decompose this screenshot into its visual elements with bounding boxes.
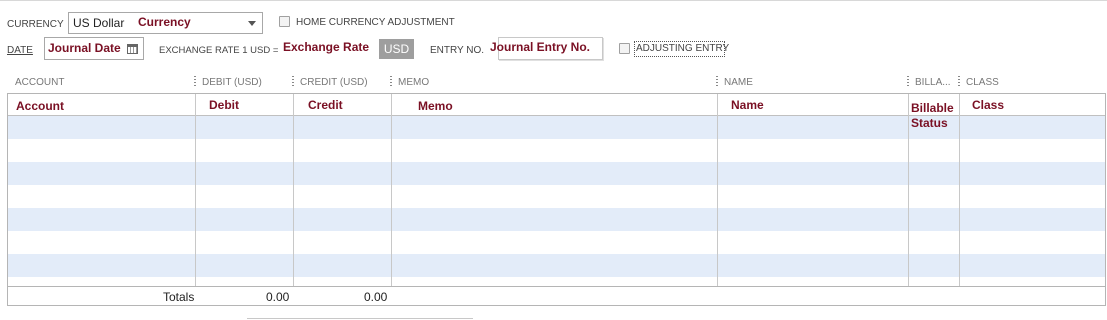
exchange-rate-label: EXCHANGE RATE 1 USD = — [159, 45, 279, 56]
adjusting-entry-focus[interactable]: ADJUSTING ENTRY — [634, 41, 729, 57]
memo-hint: Memo — [418, 99, 453, 113]
col-header-debit[interactable]: DEBIT (USD) — [202, 77, 262, 88]
column-divider — [293, 94, 294, 286]
entry-no-label: ENTRY NO. — [430, 45, 485, 56]
exchange-rate-unit: USD — [379, 39, 414, 59]
column-resize-handle[interactable] — [390, 76, 392, 87]
totals-credit: 0.00 — [364, 290, 388, 304]
adjusting-entry-checkbox[interactable] — [619, 43, 630, 54]
journal-date-hint: Journal Date — [48, 41, 121, 55]
currency-hint: Currency — [138, 15, 191, 29]
home-currency-label: HOME CURRENCY ADJUSTMENT — [296, 17, 455, 28]
table-row[interactable] — [8, 254, 1105, 277]
bottom-divider — [247, 318, 473, 319]
billable-status-hint: Billable Status — [911, 101, 954, 130]
table-row[interactable] — [8, 208, 1105, 231]
currency-label: CURRENCY — [7, 19, 64, 30]
col-header-class[interactable]: CLASS — [966, 77, 999, 88]
column-divider — [717, 94, 718, 286]
col-header-name[interactable]: NAME — [724, 77, 753, 88]
col-header-memo[interactable]: MEMO — [398, 77, 429, 88]
column-resize-handle[interactable] — [194, 76, 196, 87]
journal-entry-no-hint: Journal Entry No. — [490, 40, 591, 54]
col-header-billable[interactable]: BILLA... — [915, 77, 951, 88]
credit-hint: Credit — [308, 98, 343, 112]
dropdown-arrow-icon[interactable] — [248, 21, 256, 26]
totals-label: Totals — [163, 290, 195, 304]
table-row[interactable] — [8, 139, 1105, 162]
column-divider — [391, 94, 392, 286]
table-row[interactable] — [8, 277, 1105, 286]
journal-date-field[interactable]: Journal Date — [44, 37, 144, 60]
exchange-rate-hint: Exchange Rate — [283, 40, 370, 54]
grid-edit-row[interactable]: Account Debit Credit Memo Name Billable … — [8, 94, 1105, 130]
column-divider — [908, 94, 909, 286]
calendar-icon[interactable] — [127, 44, 138, 54]
column-resize-handle[interactable] — [292, 76, 294, 87]
column-resize-handle[interactable] — [716, 76, 718, 87]
account-hint: Account — [16, 99, 64, 113]
table-row[interactable] — [8, 162, 1105, 185]
totals-row: Totals 0.00 0.00 — [7, 287, 1106, 306]
table-row[interactable] — [8, 231, 1105, 254]
currency-value: US Dollar — [73, 16, 125, 30]
col-header-account[interactable]: ACCOUNT — [15, 77, 64, 88]
totals-debit: 0.00 — [266, 290, 290, 304]
journal-lines-grid[interactable]: Account Debit Credit Memo Name Billable … — [7, 93, 1106, 287]
column-divider — [959, 94, 960, 286]
name-hint: Name — [731, 98, 764, 112]
home-currency-checkbox[interactable] — [279, 16, 290, 27]
class-hint: Class — [972, 98, 1005, 112]
currency-select[interactable]: US Dollar Currency — [68, 12, 263, 34]
date-label: DATE — [7, 45, 33, 56]
column-resize-handle[interactable] — [958, 76, 960, 87]
journal-entry-no-field[interactable]: Journal Entry No. — [490, 37, 603, 60]
table-row[interactable] — [8, 185, 1105, 208]
adjusting-entry-label: ADJUSTING ENTRY — [636, 43, 730, 54]
column-divider — [195, 94, 196, 286]
top-divider — [0, 0, 1107, 1]
column-resize-handle[interactable] — [907, 76, 909, 87]
debit-hint: Debit — [209, 98, 239, 112]
col-header-credit[interactable]: CREDIT (USD) — [300, 77, 368, 88]
